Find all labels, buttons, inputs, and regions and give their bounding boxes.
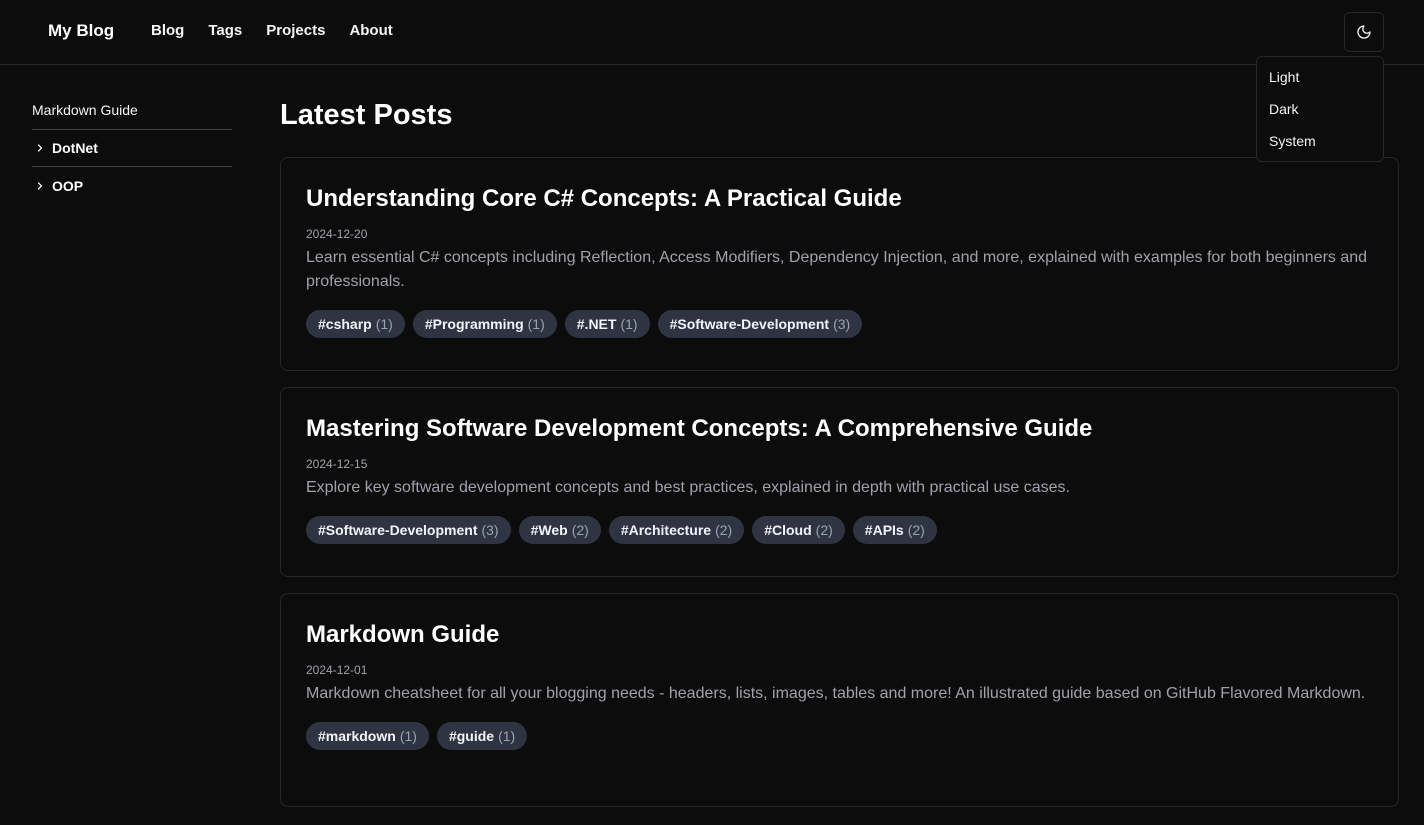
sidebar: Markdown Guide DotNet OOP [32,92,232,204]
tag-name: #csharp [318,316,372,332]
tag-name: #APIs [864,522,904,538]
tag-pill[interactable]: #.NET (1) [564,310,650,338]
post-tag-list: #markdown (1) #guide (1) [306,722,1373,750]
main-nav: Blog Tags Projects About [151,22,393,39]
tag-pill[interactable]: #APIs (2) [852,516,937,544]
post-date: 2024-12-01 [306,663,368,677]
tag-count: (2) [571,522,589,538]
tag-name: #Software-Development [318,522,478,538]
tag-pill[interactable]: #Software-Development (3) [306,516,511,544]
sidebar-group-label: OOP [52,177,84,194]
post-card: Markdown Guide 2024-12-01 Markdown cheat… [280,593,1399,807]
tag-pill[interactable]: #Cloud (2) [752,516,845,544]
tag-pill[interactable]: #guide (1) [436,722,528,750]
post-description: Learn essential C# concepts including Re… [306,249,1368,290]
site-brand-link[interactable]: My Blog [48,21,114,41]
post-title-link[interactable]: Markdown Guide [306,620,1373,650]
theme-dropdown-menu: Light Dark System [1256,56,1384,162]
top-navbar: My Blog Blog Tags Projects About [0,0,1424,65]
theme-option-light[interactable]: Light [1261,61,1379,93]
tag-count: (2) [715,522,733,538]
nav-link-tags[interactable]: Tags [208,22,242,39]
sidebar-group-oop[interactable]: OOP [32,167,232,204]
nav-link-about[interactable]: About [349,22,392,39]
chevron-right-icon [32,142,52,154]
post-description: Explore key software development concept… [306,479,1070,496]
tag-count: (1) [399,728,417,744]
tag-name: #guide [448,728,495,744]
sidebar-group-label: DotNet [52,140,98,156]
post-date: 2024-12-20 [306,227,368,241]
tag-count: (2) [907,522,925,538]
sidebar-group-dotnet[interactable]: DotNet [32,130,232,167]
tag-pill[interactable]: #Programming (1) [412,310,557,338]
chevron-right-icon [32,180,52,192]
tag-count: (1) [527,316,545,332]
post-date: 2024-12-15 [306,457,368,471]
tag-name: #.NET [576,316,617,332]
post-card: Understanding Core C# Concepts: A Practi… [280,157,1399,371]
theme-option-system[interactable]: System [1261,125,1379,157]
tag-count: (3) [481,522,499,538]
nav-link-blog[interactable]: Blog [151,22,184,39]
moon-icon [1357,25,1371,39]
tag-pill[interactable]: #markdown (1) [306,722,429,750]
tag-name: #Software-Development [669,316,830,332]
nav-link-projects[interactable]: Projects [266,22,325,39]
post-title-link[interactable]: Understanding Core C# Concepts: A Practi… [306,184,1373,214]
post-card: Mastering Software Development Concepts:… [280,387,1399,577]
page-title: Latest Posts [280,99,453,131]
tag-pill[interactable]: #Architecture (2) [608,516,745,544]
post-description: Markdown cheatsheet for all your bloggin… [306,685,1366,702]
tag-pill[interactable]: #csharp (1) [306,310,405,338]
tag-pill[interactable]: #Web (2) [518,516,601,544]
tag-name: #Web [530,522,568,538]
tag-pill[interactable]: #Software-Development (3) [657,310,863,338]
post-tag-list: #Software-Development (3) #Web (2) #Archit… [306,516,1373,544]
tag-name: #Cloud [764,522,812,538]
tag-count: (3) [833,316,851,332]
tag-name: #Architecture [620,522,712,538]
tag-count: (1) [375,316,393,332]
tag-name: #Programming [424,316,524,332]
tag-count: (2) [815,522,833,538]
sidebar-link-markdown-guide[interactable]: Markdown Guide [32,92,232,130]
tag-count: (1) [620,316,638,332]
post-tag-list: #csharp (1) #Programming (1) #.NET (1) #Sof… [306,310,1373,338]
post-title-link[interactable]: Mastering Software Development Concepts:… [306,414,1373,444]
theme-option-dark[interactable]: Dark [1261,93,1379,125]
tag-name: #markdown [318,728,396,744]
theme-toggle-button[interactable] [1344,12,1384,52]
tag-count: (1) [498,728,516,744]
